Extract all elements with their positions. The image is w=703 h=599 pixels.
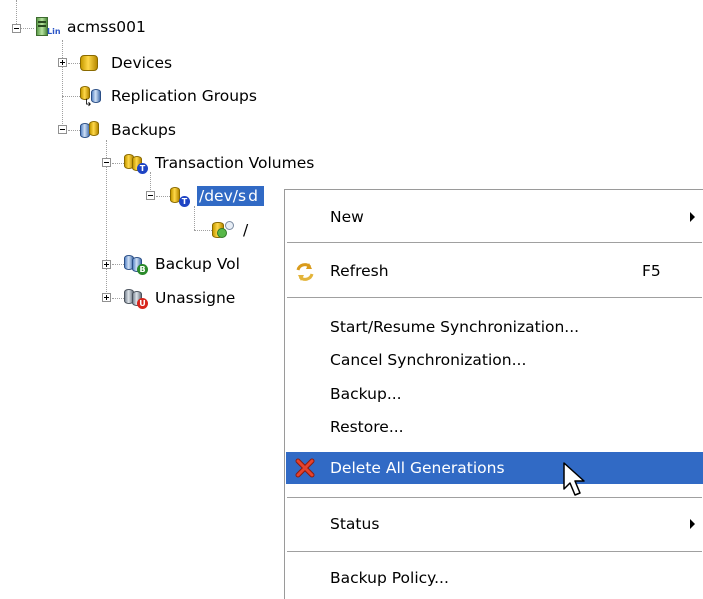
tree-label: Replication Groups xyxy=(111,87,257,105)
tree-node-transaction-volumes[interactable]: T Transaction Volumes xyxy=(122,152,316,174)
menu-item-label: Delete All Generations xyxy=(330,459,505,477)
menu-separator xyxy=(287,297,702,298)
menu-item-label: Status xyxy=(330,515,380,533)
shortcut-label: F5 xyxy=(642,262,661,280)
transaction-badge-icon: T xyxy=(179,196,190,207)
menu-separator xyxy=(287,242,702,243)
linux-badge: Lin xyxy=(47,27,61,36)
tree-node-backups[interactable]: Backups xyxy=(78,119,178,141)
tree-node-selected-volume[interactable]: T /dev/s d xyxy=(166,185,264,207)
submenu-arrow-icon xyxy=(690,519,695,529)
linux-server-icon: Lin xyxy=(34,16,61,38)
unassigned-badge-icon: U xyxy=(137,298,148,309)
mouse-cursor-icon xyxy=(563,462,585,496)
unassigned-volumes-icon: U xyxy=(122,287,148,309)
menu-item-label: Backup... xyxy=(330,385,402,403)
submenu-arrow-icon xyxy=(690,212,695,222)
collapse-toggle-selected-volume[interactable] xyxy=(146,191,155,200)
tree-label-selected: /dev/s xyxy=(197,186,249,206)
menu-item-backup[interactable]: Backup... xyxy=(286,377,703,410)
menu-item-label: Backup Policy... xyxy=(330,569,449,587)
tree-label: Transaction Volumes xyxy=(155,154,315,172)
menu-item-start-resume-sync[interactable]: Start/Resume Synchronization... xyxy=(286,310,703,343)
menu-item-label: New xyxy=(330,208,364,226)
transaction-volumes-icon: T xyxy=(122,152,148,174)
menu-item-delete-all-generations[interactable]: Delete All Generations xyxy=(286,452,703,484)
menu-item-cancel-sync[interactable]: Cancel Synchronization... xyxy=(286,343,703,376)
backup-volumes-icon: B xyxy=(122,253,148,275)
refresh-icon xyxy=(294,261,316,283)
menu-item-backup-policy[interactable]: Backup Policy... xyxy=(286,561,703,594)
menu-separator xyxy=(287,497,702,498)
tree-label: acmss001 xyxy=(67,18,146,36)
delete-x-icon xyxy=(294,457,316,479)
volume-icon: T xyxy=(166,185,192,207)
menu-item-label: Restore... xyxy=(330,418,404,436)
backups-icon xyxy=(78,119,104,141)
transaction-badge-icon: T xyxy=(137,163,148,174)
backup-badge-icon: B xyxy=(137,264,148,275)
tree-node-root[interactable]: Lin acmss001 xyxy=(34,16,148,38)
tree-label: Backups xyxy=(111,121,176,139)
expand-toggle-unassigned[interactable] xyxy=(102,293,111,302)
expand-toggle-backup-volumes[interactable] xyxy=(102,260,111,269)
menu-item-restore[interactable]: Restore... xyxy=(286,410,703,443)
menu-item-label: Cancel Synchronization... xyxy=(330,351,527,369)
tree-label: Backup Vol xyxy=(155,255,240,273)
generation-icon xyxy=(210,219,236,241)
tree-node-generation[interactable]: / xyxy=(210,219,250,241)
menu-item-label: Refresh xyxy=(330,262,389,280)
collapse-toggle-transaction-volumes[interactable] xyxy=(102,158,111,167)
tree-node-backup-volumes[interactable]: B Backup Vol xyxy=(122,253,242,275)
tree-node-devices[interactable]: Devices xyxy=(78,52,174,74)
tree-label: / xyxy=(243,221,249,239)
tree-node-replication-groups[interactable]: ↳ Replication Groups xyxy=(78,85,259,109)
tree-label: Devices xyxy=(111,54,173,72)
menu-separator xyxy=(287,551,702,552)
menu-item-new[interactable]: New xyxy=(286,200,703,233)
tree-label: Unassigne xyxy=(155,289,236,307)
replication-groups-icon: ↳ xyxy=(78,85,104,109)
tree-node-unassigned[interactable]: U Unassigne xyxy=(122,287,237,309)
collapse-toggle-backups[interactable] xyxy=(58,125,67,134)
tree-connector xyxy=(20,28,34,29)
devices-icon xyxy=(78,52,104,74)
tree-connector xyxy=(62,40,63,130)
expand-toggle-devices[interactable] xyxy=(58,58,67,67)
collapse-toggle-root[interactable] xyxy=(12,24,21,33)
tree-connector xyxy=(194,206,195,230)
context-menu: New Refresh F5 Start/Resume Synchronizat… xyxy=(284,189,703,599)
menu-item-status[interactable]: Status xyxy=(286,507,703,540)
tree-label-partial: d xyxy=(248,186,264,206)
tree-connector xyxy=(16,0,17,24)
menu-item-refresh[interactable]: Refresh F5 xyxy=(286,254,703,287)
menu-item-label: Start/Resume Synchronization... xyxy=(330,318,580,336)
